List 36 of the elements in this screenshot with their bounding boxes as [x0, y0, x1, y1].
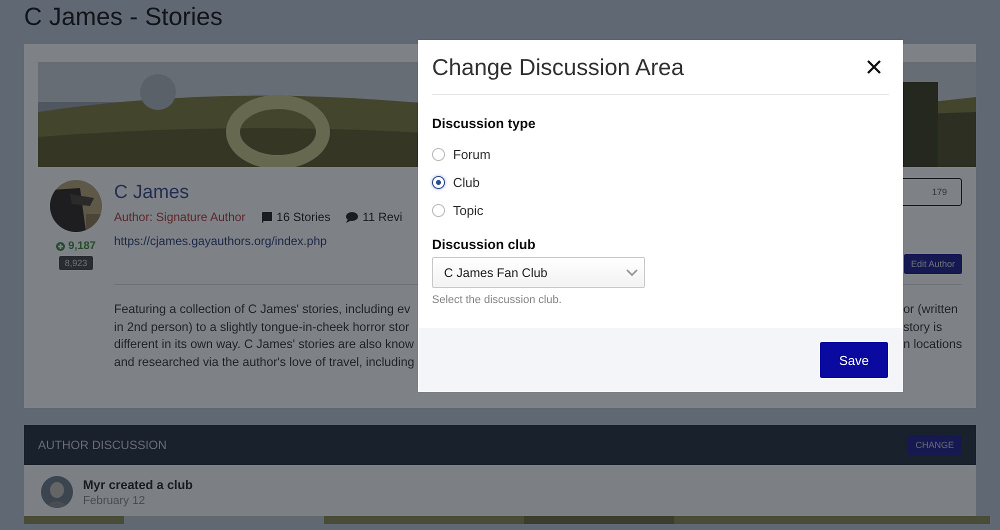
edit-author-button[interactable]: Edit Author: [904, 254, 962, 274]
website-link[interactable]: https://cjames.gayauthors.org/index.php: [114, 234, 402, 248]
save-button[interactable]: Save: [820, 342, 888, 378]
radio-label[interactable]: Forum: [453, 146, 491, 162]
description-text: different in its own way. C James' stories are also know: [114, 336, 414, 353]
description-text: or (written: [903, 301, 959, 318]
club-select[interactable]: C James Fan Club: [432, 257, 645, 288]
radio-button[interactable]: [432, 204, 445, 216]
author-rank: Author: Signature Author: [114, 210, 246, 224]
help-text: Select the discussion club.: [432, 294, 563, 306]
radio-label[interactable]: Club: [453, 174, 480, 190]
page-title: C James - Stories: [24, 2, 224, 33]
dialog-title: Change Discussion Area: [432, 54, 684, 80]
close-icon: [867, 60, 881, 74]
field-label: Discussion club: [432, 237, 537, 252]
reputation-count: 9,187: [68, 240, 96, 252]
field-label: Discussion type: [432, 116, 537, 131]
activity-title[interactable]: Myr created a club: [83, 478, 193, 492]
section-title: AUTHOR DISCUSSION: [38, 438, 167, 452]
change-button[interactable]: CHANGE: [907, 435, 962, 455]
author-name[interactable]: C James: [114, 182, 402, 204]
radio-button[interactable]: [432, 148, 445, 160]
stories-count[interactable]: 16 Stories: [276, 210, 330, 224]
reviews-count[interactable]: 11 Revi: [362, 210, 402, 224]
speech-bubble-icon: [346, 212, 358, 222]
plus-icon: [56, 242, 66, 250]
description-text: story is: [903, 318, 944, 336]
book-icon: [261, 212, 272, 222]
description-text: Featuring a collection of C James' stories, including ev: [114, 301, 412, 318]
points-badge: 8,923: [58, 256, 94, 270]
description-text: in 2nd person) to a slightly tongue-in-cheek horror stor: [114, 318, 410, 336]
radio-label[interactable]: Topic: [453, 202, 484, 218]
description-text: n locations: [903, 336, 962, 353]
radio-button[interactable]: [432, 176, 445, 188]
description-text: and researched via the author's love of travel, including: [114, 354, 414, 370]
chevron-down-icon: [626, 268, 638, 276]
